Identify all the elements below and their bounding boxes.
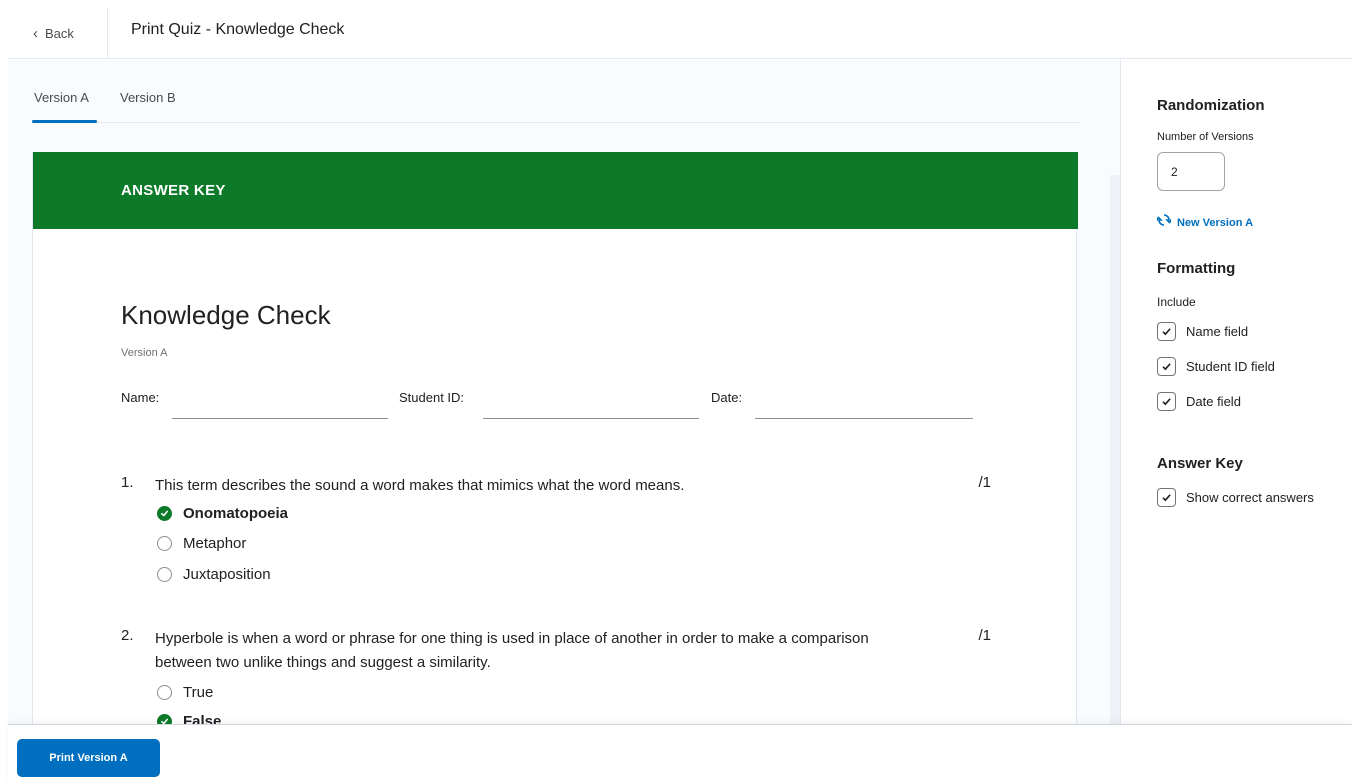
new-version-link[interactable]: New Version A bbox=[1154, 213, 1254, 232]
answer-option: Juxtaposition bbox=[157, 563, 271, 585]
back-label: Back bbox=[45, 26, 74, 41]
quiz-title: Knowledge Check bbox=[121, 300, 331, 330]
checkbox-checked-icon bbox=[1157, 488, 1176, 507]
radio-empty-icon bbox=[157, 535, 172, 551]
refresh-icon bbox=[1154, 213, 1174, 232]
student-id-field-checkbox[interactable]: Student ID field bbox=[1157, 357, 1275, 376]
checkbox-label: Show correct answers bbox=[1186, 490, 1314, 505]
checkbox-checked-icon bbox=[1157, 392, 1176, 411]
checkbox-label: Student ID field bbox=[1186, 359, 1275, 374]
settings-sidebar: Randomization Number of Versions 2 New V… bbox=[1120, 60, 1352, 724]
tab-version-a[interactable]: Version A bbox=[34, 90, 89, 105]
date-field-checkbox[interactable]: Date field bbox=[1157, 392, 1241, 411]
question-1: 1. This term describes the sound a word … bbox=[121, 474, 991, 594]
chevron-left-icon: ‹ bbox=[33, 25, 38, 42]
print-button[interactable]: Print Version A bbox=[17, 739, 160, 777]
name-field-line bbox=[172, 418, 388, 419]
question-number: 1. bbox=[121, 474, 134, 491]
quiz-page: ANSWER KEY Knowledge Check Version A Nam… bbox=[32, 152, 1078, 783]
option-text: Juxtaposition bbox=[183, 565, 271, 583]
formatting-heading: Formatting bbox=[1157, 260, 1236, 277]
answer-option: Onomatopoeia bbox=[157, 502, 288, 524]
answer-option: True bbox=[157, 681, 213, 703]
version-tabs: Version A Version B bbox=[32, 90, 1080, 123]
tab-selected-indicator bbox=[32, 120, 97, 123]
question-text: This term describes the sound a word mak… bbox=[155, 477, 685, 494]
question-points: /1 bbox=[978, 474, 991, 491]
back-button[interactable]: ‹ Back bbox=[8, 8, 108, 59]
randomization-heading: Randomization bbox=[1157, 97, 1265, 114]
top-strip bbox=[0, 0, 1352, 8]
answer-key-banner: ANSWER KEY bbox=[33, 152, 1078, 229]
quiz-version-label: Version A bbox=[121, 347, 168, 359]
name-field-checkbox[interactable]: Name field bbox=[1157, 322, 1248, 341]
answer-key-heading: Answer Key bbox=[1157, 455, 1243, 472]
date-field-line bbox=[755, 418, 973, 419]
preview-area: Version A Version B ANSWER KEY Knowledge… bbox=[8, 60, 1120, 783]
option-text: True bbox=[183, 683, 214, 701]
radio-empty-icon bbox=[157, 684, 172, 700]
show-correct-answers-checkbox[interactable]: Show correct answers bbox=[1157, 488, 1314, 507]
question-text: Hyperbole is when a word or phrase for o… bbox=[155, 630, 869, 671]
name-field-label: Name: bbox=[121, 390, 160, 405]
versions-input[interactable]: 2 bbox=[1157, 152, 1225, 191]
checkbox-label: Date field bbox=[1186, 394, 1241, 409]
tab-version-b[interactable]: Version B bbox=[120, 90, 176, 105]
versions-label: Number of Versions bbox=[1157, 131, 1254, 143]
checkbox-label: Name field bbox=[1186, 324, 1249, 339]
radio-empty-icon bbox=[157, 566, 172, 582]
date-field-label: Date: bbox=[711, 390, 743, 405]
preview-scrollbar[interactable] bbox=[1110, 175, 1120, 729]
question-number: 2. bbox=[121, 627, 134, 644]
student-id-field-label: Student ID: bbox=[399, 390, 465, 405]
header-bar: ‹ Back Print Quiz - Knowledge Check bbox=[8, 8, 1352, 59]
new-version-label: New Version A bbox=[1177, 216, 1254, 229]
question-points: /1 bbox=[978, 627, 991, 644]
answer-option: Metaphor bbox=[157, 532, 246, 554]
option-text: Onomatopoeia bbox=[183, 504, 289, 522]
student-id-field-line bbox=[483, 418, 699, 419]
checkbox-checked-icon bbox=[1157, 357, 1176, 376]
banner-text: ANSWER KEY bbox=[121, 182, 226, 199]
correct-check-icon bbox=[157, 505, 172, 521]
checkbox-checked-icon bbox=[1157, 322, 1176, 341]
footer-bar: Print Version A bbox=[8, 724, 1352, 783]
include-label: Include bbox=[1157, 295, 1196, 309]
option-text: Metaphor bbox=[183, 534, 247, 552]
page-title: Print Quiz - Knowledge Check bbox=[131, 21, 345, 38]
